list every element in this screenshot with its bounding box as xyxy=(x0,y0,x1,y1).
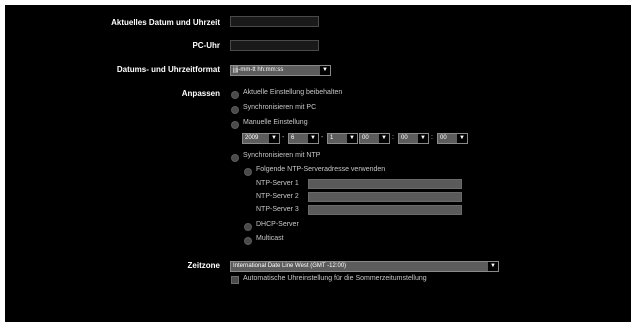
date-separator: - xyxy=(282,134,285,141)
chevron-down-icon: ▼ xyxy=(418,134,428,143)
second-value: 00 xyxy=(440,135,447,141)
dst-checkbox[interactable] xyxy=(231,276,239,284)
option-sync-ntp: Synchronisieren mit NTP xyxy=(243,152,321,159)
chevron-down-icon: ▼ xyxy=(308,134,318,143)
radio-ntp-addresses[interactable] xyxy=(244,168,252,176)
timezone-select[interactable]: International Date Line West (GMT -12:00… xyxy=(230,261,499,272)
option-sync-pc: Synchronisieren mit PC xyxy=(243,104,317,111)
day-select[interactable]: 1 ▼ xyxy=(327,133,358,144)
option-ntp-addresses: Folgende NTP-Serveradresse verwenden xyxy=(256,166,386,173)
current-datetime-field xyxy=(230,16,319,27)
option-multicast: Multicast xyxy=(256,235,284,242)
adjust-label: Anpassen xyxy=(181,89,220,98)
radio-sync-ntp[interactable] xyxy=(231,154,239,162)
ntp-server-3-label: NTP-Server 3 xyxy=(256,206,299,213)
pc-clock-label: PC-Uhr xyxy=(192,41,220,50)
radio-sync-pc[interactable] xyxy=(231,106,239,114)
dst-checkbox-label: Automatische Uhreinstellung für die Somm… xyxy=(243,275,427,282)
date-separator: - xyxy=(321,134,324,141)
ntp-server-1-input[interactable] xyxy=(308,179,462,189)
timezone-value: International Date Line West (GMT -12:00… xyxy=(233,263,347,269)
datetime-format-select[interactable]: jjjj-mm-tt hh:mm:ss ▼ xyxy=(230,65,331,76)
chevron-down-icon: ▼ xyxy=(488,262,498,271)
second-select[interactable]: 00 ▼ xyxy=(437,133,468,144)
ntp-server-2-label: NTP-Server 2 xyxy=(256,193,299,200)
timezone-label: Zeitzone xyxy=(187,261,220,270)
option-dhcp-server: DHCP-Server xyxy=(256,221,299,228)
option-keep-setting: Aktuelle Einstellung beibehalten xyxy=(243,89,343,96)
radio-manual[interactable] xyxy=(231,121,239,129)
month-select[interactable]: 6 ▼ xyxy=(288,133,319,144)
minute-select[interactable]: 00 ▼ xyxy=(398,133,429,144)
pc-clock-field xyxy=(230,40,319,51)
chevron-down-icon: ▼ xyxy=(347,134,357,143)
current-datetime-label: Aktuelles Datum und Uhrzeit xyxy=(111,18,220,27)
year-value: 2009 xyxy=(245,135,259,141)
chevron-down-icon: ▼ xyxy=(457,134,467,143)
radio-keep-setting[interactable] xyxy=(231,91,239,99)
chevron-down-icon: ▼ xyxy=(269,134,279,143)
ntp-server-2-input[interactable] xyxy=(308,192,462,202)
month-value: 6 xyxy=(291,135,295,141)
radio-dhcp-server[interactable] xyxy=(244,223,252,231)
hour-select[interactable]: 00 ▼ xyxy=(359,133,390,144)
day-value: 1 xyxy=(330,135,334,141)
chevron-down-icon: ▼ xyxy=(320,66,330,75)
chevron-down-icon: ▼ xyxy=(379,134,389,143)
minute-value: 00 xyxy=(401,135,408,141)
datetime-settings-panel: Aktuelles Datum und Uhrzeit PC-Uhr Datum… xyxy=(5,5,631,322)
time-separator: : xyxy=(431,134,433,141)
ntp-server-3-input[interactable] xyxy=(308,205,462,215)
datetime-format-value: jjjj-mm-tt hh:mm:ss xyxy=(233,67,284,73)
time-separator: : xyxy=(392,134,394,141)
ntp-server-1-label: NTP-Server 1 xyxy=(256,180,299,187)
datetime-format-label: Datums- und Uhrzeitformat xyxy=(116,65,220,74)
hour-value: 00 xyxy=(362,135,369,141)
option-manual: Manuelle Einstellung xyxy=(243,119,308,126)
radio-multicast[interactable] xyxy=(244,237,252,245)
year-select[interactable]: 2009 ▼ xyxy=(242,133,280,144)
